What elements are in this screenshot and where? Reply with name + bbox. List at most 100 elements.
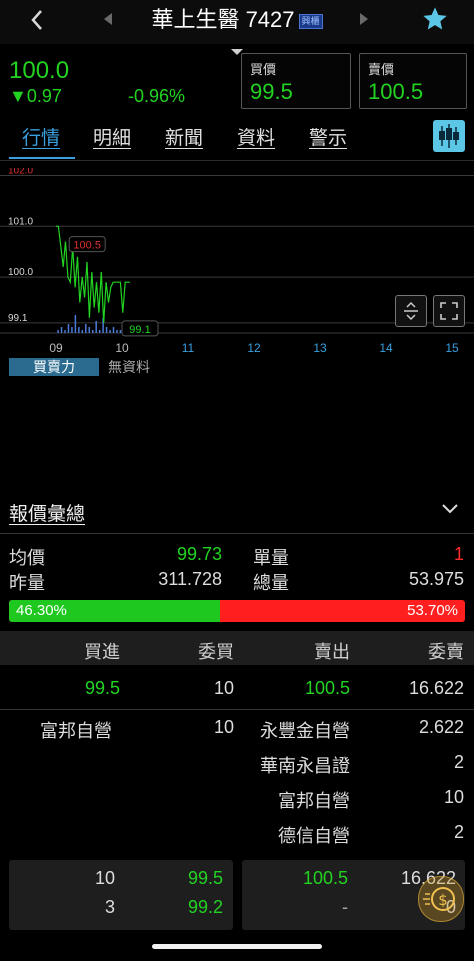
- star-icon: [423, 7, 447, 30]
- broker-sell-name: 德信自營: [278, 826, 350, 846]
- header-sell: 賣出: [314, 642, 350, 662]
- ask-price-label: 賣價: [368, 62, 395, 77]
- header-ask-qty: 委賣: [428, 642, 464, 662]
- avg-price-value: 99.73: [176, 544, 222, 564]
- broker-sell-qty: 2: [453, 822, 464, 842]
- volume-bar: [74, 315, 77, 333]
- triangle-right-icon: [360, 13, 368, 25]
- volume-bar: [105, 327, 108, 333]
- candlestick-icon: [439, 124, 459, 148]
- tab-alert[interactable]: 警示: [309, 123, 347, 150]
- tab-detail[interactable]: 明細: [93, 123, 131, 150]
- bid-price-box[interactable]: 買價 99.5: [241, 53, 351, 109]
- ask-price-box[interactable]: 賣價 100.5: [359, 53, 467, 109]
- best-bid-price: 99.5: [84, 678, 120, 698]
- home-indicator[interactable]: [152, 944, 322, 949]
- unit-volume-label: 單量: [253, 548, 289, 568]
- broker-sell-name: 華南永昌證: [260, 756, 350, 776]
- volume-bar: [116, 330, 118, 333]
- low-price-label: 99.1: [129, 324, 150, 336]
- x-tick-label: 11: [182, 341, 195, 355]
- best-bid-qty: 10: [213, 678, 234, 698]
- ask-depth-price: 100.5: [302, 868, 348, 888]
- buy-sell-ratio-bar: 46.30% 53.70%: [9, 600, 465, 622]
- broker-sell-qty: 10: [443, 787, 464, 807]
- summary-divider: [0, 533, 474, 534]
- volume-bar: [60, 327, 63, 333]
- buy-sell-power-tab[interactable]: 買賣力: [9, 358, 99, 376]
- volume-bar: [67, 324, 70, 333]
- x-tick-label: 12: [247, 341, 261, 355]
- quote-summary-title[interactable]: 報價彙總: [9, 499, 85, 526]
- fullscreen-button[interactable]: [433, 295, 465, 327]
- coin-icon: $: [423, 887, 455, 911]
- volume-bar: [81, 330, 84, 333]
- tab-quote[interactable]: 行情: [22, 123, 60, 150]
- broker-sell-qty: 2.622: [418, 717, 464, 737]
- best-ask-price: 100.5: [304, 678, 350, 698]
- intraday-chart-svg: 102.0 101.0 100.0 99.1 09 10 11 12 13 14 15 100.5 9…: [0, 165, 474, 355]
- candlestick-toggle-button[interactable]: [433, 120, 465, 152]
- x-tick-label: 09: [49, 341, 63, 355]
- active-tab-indicator: [9, 157, 75, 159]
- last-price: 100.0: [9, 57, 70, 84]
- tab-news[interactable]: 新聞: [165, 123, 203, 150]
- down-arrow-icon: ▼: [9, 86, 27, 106]
- ask-depth-price: -: [342, 897, 348, 917]
- bid-depth-price: 99.5: [187, 868, 223, 888]
- broker-sell-qty: 2: [453, 752, 464, 772]
- favorite-button[interactable]: [421, 5, 449, 38]
- avg-price-label: 均價: [9, 548, 45, 568]
- market-badge: 興櫃: [298, 13, 323, 29]
- volume-bar: [71, 327, 73, 333]
- high-price-label: 100.5: [73, 240, 101, 252]
- volume-bar: [95, 321, 97, 333]
- broker-buy-name: 富邦自營: [40, 721, 112, 741]
- prev-volume-label: 昨量: [9, 573, 45, 593]
- bid-depth-qty: 10: [94, 868, 115, 888]
- price-change-percent: -0.96%: [128, 86, 186, 106]
- floating-coin-button[interactable]: $: [418, 876, 464, 922]
- y-tick-label: 99.1: [8, 313, 28, 324]
- tab-data[interactable]: 資料: [237, 123, 275, 150]
- stock-title[interactable]: 華上生醫 7427 興櫃: [90, 4, 384, 36]
- volume-bar: [91, 330, 94, 333]
- vertical-expand-icon: [404, 301, 418, 321]
- price-change: ▼0.97: [9, 86, 62, 107]
- intraday-chart[interactable]: 102.0 101.0 100.0 99.1 09 10 11 12 13 14 15 100.5 9…: [0, 165, 474, 358]
- bid-depth-box: 10 99.5 3 99.2: [9, 860, 233, 930]
- broker-sell-name: 永豐金自營: [260, 721, 350, 741]
- svg-text:$: $: [438, 891, 448, 909]
- volume-bar: [85, 324, 87, 333]
- volume-bar: [112, 327, 115, 333]
- x-tick-label: 13: [313, 341, 327, 355]
- bid-depth-qty: 3: [104, 897, 115, 917]
- sell-ratio-text: 53.70%: [407, 602, 458, 619]
- volume-bar: [98, 330, 101, 333]
- order-table-header: 買進 委買 賣出 委賣: [0, 631, 474, 665]
- x-tick-label: 14: [379, 341, 393, 355]
- y-tick-label: 102.0: [8, 168, 33, 176]
- no-data-text: 無資料: [108, 359, 150, 375]
- prev-volume-value: 311.728: [158, 569, 222, 589]
- total-volume-value: 53.975: [408, 569, 464, 589]
- header-buy: 買進: [84, 642, 120, 662]
- volume-bar: [64, 330, 66, 333]
- y-tick-label: 100.0: [8, 267, 33, 278]
- bid-depth-price: 99.2: [187, 897, 223, 917]
- back-button[interactable]: [28, 2, 46, 49]
- volume-bar: [78, 327, 80, 333]
- volume-bar: [109, 330, 111, 333]
- summary-collapse-button[interactable]: [440, 502, 460, 521]
- y-tick-label: 101.0: [8, 216, 33, 227]
- ask-price-value: 100.5: [368, 79, 424, 104]
- next-stock-button[interactable]: [358, 12, 370, 31]
- buy-ratio-text: 46.30%: [16, 602, 67, 619]
- chevron-left-icon: [31, 10, 42, 30]
- volume-bar: [88, 327, 91, 333]
- header-bid-qty: 委買: [198, 642, 234, 662]
- best-ask-qty: 16.622: [408, 678, 464, 698]
- volume-bar: [57, 330, 59, 333]
- expand-chart-button[interactable]: [395, 295, 427, 327]
- x-tick-label: 10: [115, 341, 129, 355]
